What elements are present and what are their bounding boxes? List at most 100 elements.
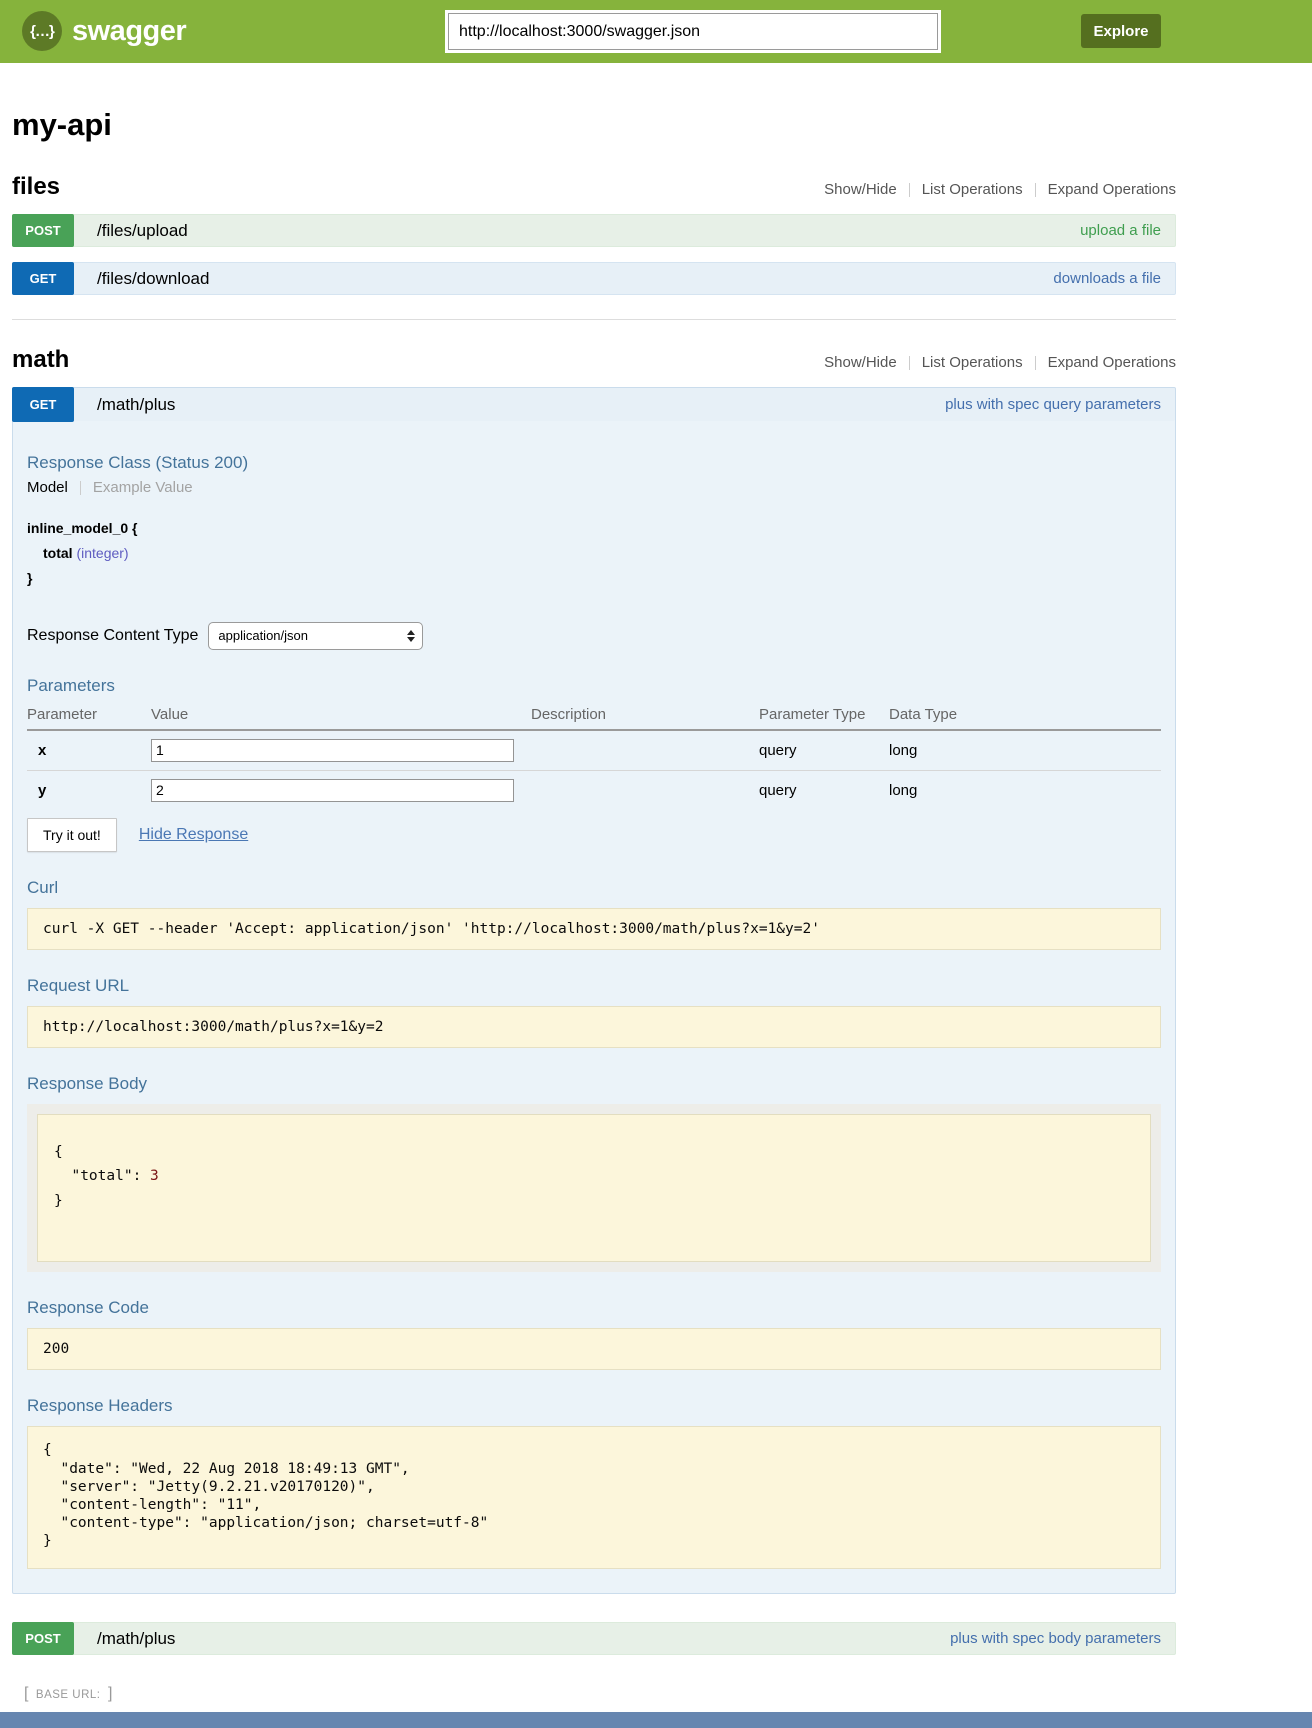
files-section-title[interactable]: files xyxy=(12,173,60,201)
response-headers-heading: Response Headers xyxy=(27,1396,1161,1416)
tab-model[interactable]: Model xyxy=(27,479,68,496)
operation-detail-panel: Response Class (Status 200) Model Exampl… xyxy=(13,421,1175,1593)
try-it-out-button[interactable]: Try it out! xyxy=(27,818,117,852)
operation-row-post-math-plus[interactable]: POST /math/plus plus with spec body para… xyxy=(12,1622,1176,1655)
parameters-table-header: Parameter Value Description Parameter Ty… xyxy=(27,700,1161,731)
list-operations-link[interactable]: List Operations xyxy=(922,181,1023,198)
files-section-controls: Show/Hide List Operations Expand Operati… xyxy=(824,181,1176,198)
tab-example-value[interactable]: Example Value xyxy=(93,479,193,496)
open-bracket: [ xyxy=(24,1685,28,1702)
model-open-line: inline_model_0 { xyxy=(27,516,1161,541)
hide-response-link[interactable]: Hide Response xyxy=(139,826,248,844)
math-section-controls: Show/Hide List Operations Expand Operati… xyxy=(824,354,1176,371)
col-description: Description xyxy=(531,700,759,729)
brand-title: swagger xyxy=(72,15,186,48)
model-close-line: } xyxy=(27,566,1161,591)
operation-row-post-files-upload[interactable]: POST /files/upload upload a file xyxy=(12,214,1176,247)
parameters-table: Parameter Value Description Parameter Ty… xyxy=(27,700,1161,810)
math-section-title[interactable]: math xyxy=(12,346,69,374)
post-method-badge: POST xyxy=(12,214,74,247)
separator xyxy=(1035,356,1036,370)
response-body-value: 3 xyxy=(150,1168,159,1184)
operation-path[interactable]: /math/plus xyxy=(97,1623,175,1654)
selected-content-type: application/json xyxy=(218,628,308,643)
separator xyxy=(909,183,910,197)
parameter-description xyxy=(531,742,759,758)
parameter-row-y: y query long xyxy=(27,771,1161,810)
response-class-heading: Response Class (Status 200) xyxy=(27,453,1161,473)
parameter-x-input[interactable] xyxy=(151,739,514,762)
col-data-type: Data Type xyxy=(889,700,1161,729)
expand-operations-link[interactable]: Expand Operations xyxy=(1048,354,1176,371)
actions-row: Try it out! Hide Response xyxy=(27,818,1161,852)
model-signature: inline_model_0 { total (integer) } xyxy=(27,516,1161,592)
expand-operations-link[interactable]: Expand Operations xyxy=(1048,181,1176,198)
bottom-status-bar xyxy=(0,1712,1312,1728)
separator xyxy=(1035,183,1036,197)
separator xyxy=(909,356,910,370)
base-url-footer: [ BASE URL: ] xyxy=(24,1685,1176,1703)
parameter-name: x xyxy=(27,734,151,767)
parameters-heading: Parameters xyxy=(27,676,1161,696)
response-body-suffix: } xyxy=(54,1193,63,1209)
main-content: my-api files Show/Hide List Operations E… xyxy=(12,63,1176,1703)
model-property-type: (integer) xyxy=(76,545,128,561)
get-method-badge: GET xyxy=(12,387,74,422)
response-body-heading: Response Body xyxy=(27,1074,1161,1094)
operation-summary-link[interactable]: upload a file xyxy=(1080,215,1161,246)
operation-row-get-files-download[interactable]: GET /files/download downloads a file xyxy=(12,262,1176,295)
section-divider xyxy=(12,319,1176,320)
parameter-type: query xyxy=(759,734,889,767)
curl-heading: Curl xyxy=(27,878,1161,898)
response-body-prefix: { "total": xyxy=(54,1144,150,1185)
files-section-header: files Show/Hide List Operations Expand O… xyxy=(12,173,1176,201)
model-property: total (integer) xyxy=(27,541,1161,566)
curl-command-block: curl -X GET --header 'Accept: applicatio… xyxy=(27,908,1161,950)
select-arrows-icon xyxy=(407,630,415,642)
base-url-label: BASE URL: xyxy=(36,1689,101,1701)
swagger-logo-icon: {…} xyxy=(22,11,62,51)
explore-button[interactable]: Explore xyxy=(1081,14,1161,48)
request-url-block: http://localhost:3000/math/plus?x=1&y=2 xyxy=(27,1006,1161,1048)
operation-path[interactable]: /files/download xyxy=(97,263,209,294)
operation-summary-link[interactable]: downloads a file xyxy=(1053,263,1161,294)
operation-summary-link[interactable]: plus with spec query parameters xyxy=(945,388,1161,421)
model-tabs: Model Example Value xyxy=(27,479,1161,496)
response-content-type-row: Response Content Type application/json xyxy=(27,622,1161,650)
close-bracket: ] xyxy=(108,1685,112,1702)
response-body-block: { "total": 3 } xyxy=(37,1114,1151,1263)
response-content-type-label: Response Content Type xyxy=(27,627,198,645)
show-hide-link[interactable]: Show/Hide xyxy=(824,181,897,198)
list-operations-link[interactable]: List Operations xyxy=(922,354,1023,371)
parameter-data-type: long xyxy=(889,734,1161,767)
post-method-badge: POST xyxy=(12,1622,74,1655)
response-code-block: 200 xyxy=(27,1328,1161,1370)
spec-url-input[interactable] xyxy=(448,13,938,50)
response-code-heading: Response Code xyxy=(27,1298,1161,1318)
response-headers-block: { "date": "Wed, 22 Aug 2018 18:49:13 GMT… xyxy=(27,1426,1161,1569)
parameter-data-type: long xyxy=(889,774,1161,807)
get-method-badge: GET xyxy=(12,262,74,295)
parameter-name: y xyxy=(27,774,151,807)
parameter-type: query xyxy=(759,774,889,807)
model-property-name: total xyxy=(43,545,73,561)
operation-path[interactable]: /files/upload xyxy=(97,215,188,246)
parameter-row-x: x query long xyxy=(27,731,1161,771)
swagger-brand[interactable]: {…} swagger xyxy=(22,11,186,51)
parameter-description xyxy=(531,782,759,798)
operation-expanded-get-math-plus: GET /math/plus plus with spec query para… xyxy=(12,387,1176,1594)
operation-row-get-math-plus[interactable]: GET /math/plus plus with spec query para… xyxy=(13,388,1175,421)
app-header: {…} swagger Explore xyxy=(0,0,1312,63)
operation-path[interactable]: /math/plus xyxy=(97,388,175,421)
api-title: my-api xyxy=(12,107,1176,143)
col-parameter: Parameter xyxy=(27,700,151,729)
parameter-y-input[interactable] xyxy=(151,779,514,802)
operation-summary-link[interactable]: plus with spec body parameters xyxy=(950,1623,1161,1654)
math-section-header: math Show/Hide List Operations Expand Op… xyxy=(12,346,1176,374)
show-hide-link[interactable]: Show/Hide xyxy=(824,354,897,371)
request-url-heading: Request URL xyxy=(27,976,1161,996)
separator xyxy=(80,481,81,495)
response-content-type-select[interactable]: application/json xyxy=(208,622,423,650)
col-parameter-type: Parameter Type xyxy=(759,700,889,729)
response-body-container: { "total": 3 } xyxy=(27,1104,1161,1273)
